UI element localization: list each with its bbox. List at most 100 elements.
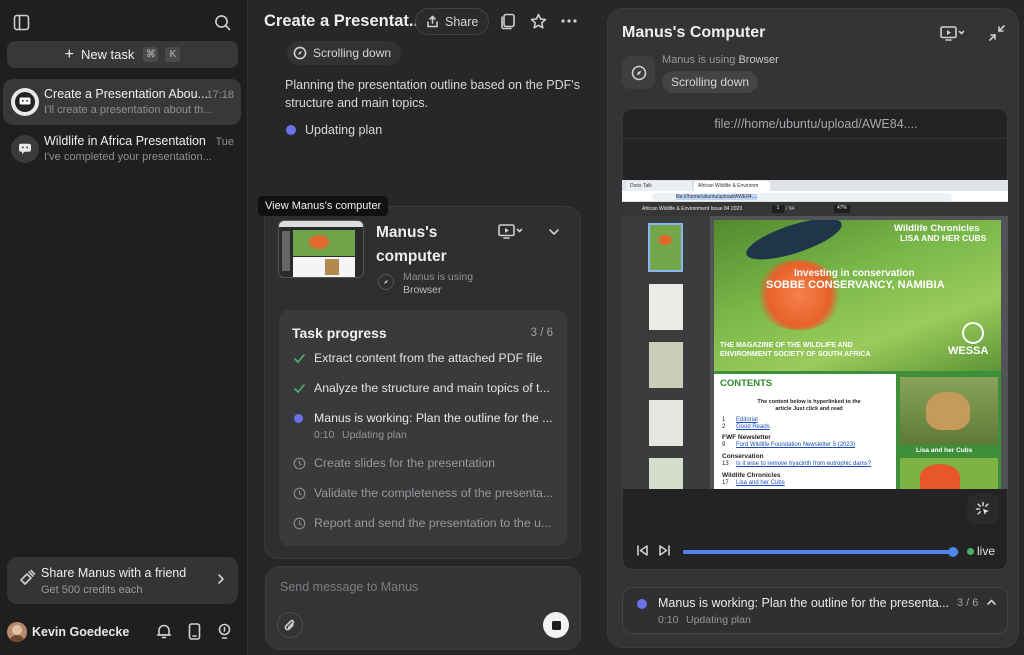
task-step-time: 0:10 xyxy=(314,429,335,441)
computer-title: Manus's Computer xyxy=(622,24,766,41)
minimize-icon[interactable] xyxy=(989,25,1005,41)
share-button[interactable]: Share xyxy=(415,8,490,35)
monitor-play-icon[interactable] xyxy=(498,224,524,239)
task-step: Manus is working: Plan the outline for t… xyxy=(293,411,553,425)
status-text: Manus is working: Plan the outline for t… xyxy=(658,596,950,610)
user-name: Kevin Goedecke xyxy=(32,625,130,639)
active-dot xyxy=(286,125,296,135)
shortcut-cmd: ⌘ xyxy=(143,47,159,62)
compass-icon xyxy=(293,46,307,60)
chevron-up-icon[interactable] xyxy=(986,597,997,607)
stop-button[interactable] xyxy=(543,612,569,638)
share-icon xyxy=(427,15,438,28)
task-step-label: Validate the completeness of the present… xyxy=(314,486,554,500)
task-avatar xyxy=(11,135,39,163)
browser-tab[interactable]: African Wildlife & Environm xyxy=(694,181,770,191)
using-label: Manus is using xyxy=(403,271,474,283)
cover-line1: Investing in conservation xyxy=(794,268,915,279)
pdf-pages: / 94 xyxy=(786,206,795,212)
status-sub: Updating plan xyxy=(686,614,751,626)
contents-link[interactable]: Ford Wildlife Foundation Newsletter 5 (2… xyxy=(736,442,855,448)
task-progress-count: 3 / 6 xyxy=(530,327,553,339)
task-subtitle: I've completed your presentation... xyxy=(44,151,212,163)
task-step: Analyze the structure and main topics of… xyxy=(293,381,550,395)
stop-icon xyxy=(551,620,561,630)
tool-name: Browser xyxy=(738,54,779,66)
using-label: Manus is using xyxy=(662,54,736,66)
paperclip-icon xyxy=(284,619,295,630)
chevron-down-icon[interactable] xyxy=(548,226,560,238)
status-time: 0:10 xyxy=(658,614,679,626)
toggle-sidebar-icon[interactable] xyxy=(13,14,30,31)
check-icon xyxy=(294,384,305,394)
copy-icon[interactable] xyxy=(500,13,516,30)
active-dot xyxy=(294,414,303,423)
contents-intro: The content below is hyperlinked to the … xyxy=(757,399,861,412)
live-label: live xyxy=(977,544,996,558)
pdf-page[interactable]: 1 xyxy=(772,205,784,213)
bell-icon[interactable] xyxy=(156,623,172,640)
contents-num: 9 xyxy=(722,442,726,448)
mobile-icon[interactable] xyxy=(188,623,201,640)
updating-plan-label: Updating plan xyxy=(305,123,383,137)
new-task-button[interactable]: + New task ⌘ K xyxy=(7,41,238,68)
search-icon[interactable] xyxy=(214,14,231,31)
task-step-label: Analyze the structure and main topics of… xyxy=(314,381,550,395)
message-input[interactable]: Send message to Manus xyxy=(280,580,418,594)
section-head: Conservation xyxy=(722,453,764,460)
contents-num: 2 xyxy=(722,424,726,430)
tooltip: View Manus's computer xyxy=(258,196,389,216)
shortcut-key: K xyxy=(165,47,181,62)
avatar[interactable] xyxy=(7,622,27,642)
status-card[interactable]: Manus is working: Plan the outline for t… xyxy=(622,587,1008,634)
share-title: Share Manus with a friend xyxy=(41,566,187,580)
magazine-line: THE MAGAZINE OF THE WILDLIFE AND ENVIRON… xyxy=(720,342,871,358)
star-icon[interactable] xyxy=(530,13,547,30)
live-dot xyxy=(967,548,974,555)
scrolling-pill: Scrolling down xyxy=(287,41,402,65)
skip-forward-icon[interactable] xyxy=(658,544,671,557)
contents-link[interactable]: Editorial xyxy=(736,417,758,423)
check-icon xyxy=(294,354,305,364)
task-item[interactable]: Create a Presentation Abou... I'll creat… xyxy=(3,79,241,125)
message-input-box[interactable]: Send message to Manus xyxy=(265,566,581,650)
task-time: Tue xyxy=(215,136,234,148)
task-step-label: Create slides for the presentation xyxy=(314,456,496,470)
pdf-title: African Wildlife & Environment Issue 84 … xyxy=(642,206,743,212)
browser-url: file:///home/ubuntu/upload/AWE84.... xyxy=(676,193,758,200)
pdf-zoom[interactable]: 47% xyxy=(834,205,850,213)
skip-back-icon[interactable] xyxy=(636,544,649,557)
task-item[interactable]: Wildlife in Africa Presentation I've com… xyxy=(3,126,241,172)
cover-line2: SOBBE CONSERVANCY, NAMIBIA xyxy=(766,279,945,291)
browser-address-bar[interactable]: file:///home/ubuntu/upload/AWE84.... xyxy=(652,192,952,201)
more-icon[interactable] xyxy=(561,19,577,23)
contents-link[interactable]: Lisa and her Cubs xyxy=(736,480,785,486)
page-title: Create a Presentat... xyxy=(264,12,423,30)
browser-screenshot[interactable]: Doris Talk African Wildlife & Environm f… xyxy=(622,180,1008,489)
cover-subheadline: LISA AND HER CUBS xyxy=(900,233,987,243)
share-manus-button[interactable]: Share Manus with a friend Get 500 credit… xyxy=(7,557,238,604)
share-subtitle: Get 500 credits each xyxy=(41,584,143,596)
contents-num: 1 xyxy=(722,417,726,423)
browser-tool-icon xyxy=(622,56,655,89)
monitor-play-icon[interactable] xyxy=(940,26,966,41)
playback-track[interactable] xyxy=(683,547,959,557)
contents-link[interactable]: Good Reads xyxy=(736,424,770,430)
take-control-button[interactable] xyxy=(967,494,999,524)
contents-num: 17 xyxy=(722,480,729,486)
status-count: 3 / 6 xyxy=(957,597,979,609)
wessa-logo: WESSA xyxy=(948,345,989,357)
clock-icon xyxy=(293,457,306,470)
task-time: 17:18 xyxy=(206,89,234,101)
chevron-right-icon xyxy=(216,572,226,586)
contents-link[interactable]: Is it wise to remove hyacinth from eutro… xyxy=(736,461,871,467)
browser-tab[interactable]: Doris Talk xyxy=(626,181,692,191)
lightbulb-icon[interactable] xyxy=(217,623,232,640)
computer-thumbnail[interactable] xyxy=(278,220,364,278)
share-label: Share xyxy=(445,14,479,29)
task-title: Wildlife in Africa Presentation xyxy=(44,134,206,148)
task-progress-title: Task progress xyxy=(292,325,387,341)
cursor-sparkle-icon xyxy=(975,501,989,515)
attach-button[interactable] xyxy=(277,612,303,638)
action-pill: Scrolling down xyxy=(662,71,759,93)
